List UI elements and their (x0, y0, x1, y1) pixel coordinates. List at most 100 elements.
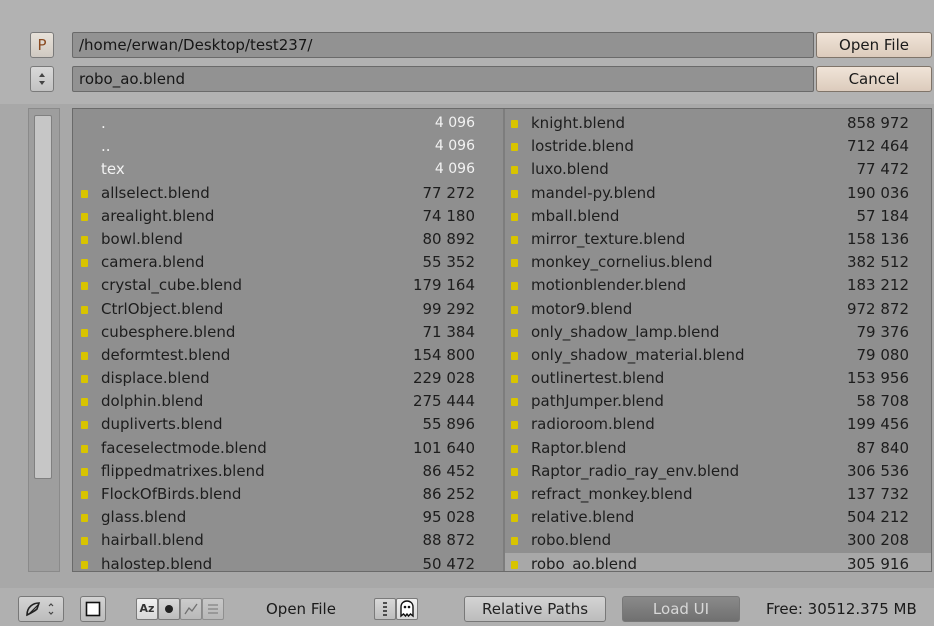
sort-by-time-button[interactable] (158, 598, 180, 620)
file-row[interactable]: dolphin.blend 275 444 (75, 390, 503, 413)
sort-by-size-button[interactable] (180, 598, 202, 620)
sort-by-extension-button[interactable] (202, 598, 224, 620)
file-name: only_shadow_lamp.blend (531, 322, 720, 341)
file-name: hairball.blend (101, 531, 204, 550)
file-row[interactable]: relative.blend 504 212 (505, 506, 931, 529)
parent-directory-button[interactable]: P (30, 32, 54, 58)
hide-dot-files-button[interactable] (396, 598, 418, 620)
file-row[interactable]: knight.blend 858 972 (505, 112, 931, 135)
file-name: displace.blend (101, 369, 210, 388)
file-size: 101 640 (412, 438, 475, 457)
file-row[interactable]: displace.blend 229 028 (75, 367, 503, 390)
file-row[interactable]: dupliverts.blend 55 896 (75, 413, 503, 436)
file-size: 80 892 (422, 229, 476, 248)
ghost-icon (400, 600, 414, 618)
file-row[interactable]: glass.blend 95 028 (75, 506, 503, 529)
file-row[interactable]: only_shadow_material.blend 79 080 (505, 344, 931, 367)
load-ui-button[interactable]: Load UI (622, 596, 740, 622)
directory-row[interactable]: .. 4 096 (75, 135, 503, 158)
blend-file-icon (511, 537, 518, 546)
file-size: 4 096 (434, 161, 475, 178)
file-row[interactable]: lostride.blend 712 464 (505, 135, 931, 158)
file-name: camera.blend (101, 253, 205, 272)
file-row[interactable]: outlinertest.blend 153 956 (505, 367, 931, 390)
file-row[interactable]: Raptor.blend 87 840 (505, 437, 931, 460)
blend-file-icon (81, 235, 88, 244)
sort-alphabetical-button[interactable]: Az (136, 598, 158, 620)
file-row[interactable]: robo_ao.blend 305 916 (505, 552, 931, 571)
file-row[interactable]: crystal_cube.blend 179 164 (75, 274, 503, 297)
file-name: crystal_cube.blend (101, 276, 243, 295)
directory-row[interactable]: . 4 096 (75, 112, 503, 135)
file-list-scrollbar[interactable] (28, 108, 60, 572)
file-name: luxo.blend (531, 160, 609, 179)
file-row[interactable]: camera.blend 55 352 (75, 251, 503, 274)
file-row[interactable]: Raptor_radio_ray_env.blend 306 536 (505, 460, 931, 483)
editor-type-button[interactable] (18, 596, 64, 622)
filename-input[interactable]: robo_ao.blend (72, 66, 814, 92)
directory-menu-button[interactable] (30, 66, 54, 92)
blend-file-icon (81, 398, 88, 407)
file-name: Raptor_radio_ray_env.blend (531, 461, 740, 480)
file-row[interactable]: bowl.blend 80 892 (75, 228, 503, 251)
file-row[interactable]: mirror_texture.blend 158 136 (505, 228, 931, 251)
file-name: mirror_texture.blend (531, 229, 686, 248)
directory-path-input[interactable]: /home/erwan/Desktop/test237/ (72, 32, 814, 58)
file-size: 4 096 (434, 115, 475, 131)
open-file-button[interactable]: Open File (816, 32, 932, 58)
fullscreen-toggle-button[interactable] (80, 596, 106, 622)
file-size: 504 212 (846, 508, 909, 527)
window-icon (85, 601, 101, 617)
file-row[interactable]: refract_monkey.blend 137 732 (505, 483, 931, 506)
file-name: glass.blend (101, 508, 187, 527)
blend-file-icon (81, 444, 88, 453)
blend-file-icon (511, 189, 518, 198)
file-row[interactable]: deformtest.blend 154 800 (75, 344, 503, 367)
file-row[interactable]: motor9.blend 972 872 (505, 298, 931, 321)
file-size: 199 456 (846, 415, 909, 434)
file-name: radioroom.blend (531, 415, 655, 434)
file-row[interactable]: mandel-py.blend 190 036 (505, 182, 931, 205)
free-space-label: Free: 30512.375 MB (766, 600, 917, 618)
file-name: allselect.blend (101, 183, 210, 202)
scrollbar-thumb[interactable] (34, 115, 52, 479)
file-size: 137 732 (846, 485, 909, 503)
file-size: 99 292 (422, 299, 476, 318)
file-row[interactable]: CtrlObject.blend 99 292 (75, 298, 503, 321)
file-size: 79 376 (856, 322, 910, 341)
relative-paths-button[interactable]: Relative Paths (464, 596, 606, 622)
file-row[interactable]: arealight.blend 74 180 (75, 205, 503, 228)
file-row[interactable]: halostep.blend 50 472 (75, 553, 503, 571)
file-name: outlinertest.blend (531, 369, 665, 388)
file-row[interactable]: faceselectmode.blend 101 640 (75, 437, 503, 460)
time-dot-icon (165, 605, 173, 613)
file-row[interactable]: monkey_cornelius.blend 382 512 (505, 251, 931, 274)
file-row[interactable]: FlockOfBirds.blend 86 252 (75, 483, 503, 506)
blend-file-icon (511, 166, 518, 175)
file-row[interactable]: flippedmatrixes.blend 86 452 (75, 460, 503, 483)
file-name: deformtest.blend (101, 345, 231, 364)
file-row[interactable]: radioroom.blend 199 456 (505, 413, 931, 436)
file-row[interactable]: motionblender.blend 183 212 (505, 274, 931, 297)
directory-row[interactable]: tex 4 096 (75, 158, 503, 181)
file-name: motionblender.blend (531, 276, 687, 295)
blend-file-icon (511, 491, 518, 499)
show-details-button[interactable] (374, 598, 396, 620)
file-row[interactable]: only_shadow_lamp.blend 79 376 (505, 321, 931, 344)
file-row[interactable]: robo.blend 300 208 (505, 529, 931, 552)
file-name: cubesphere.blend (101, 322, 236, 341)
blend-file-icon (81, 189, 88, 198)
file-size: 183 212 (846, 276, 909, 295)
editor-type-icon (26, 602, 54, 617)
cancel-button[interactable]: Cancel (816, 66, 932, 92)
file-size: 74 180 (422, 206, 476, 225)
file-row[interactable]: allselect.blend 77 272 (75, 182, 503, 205)
file-row[interactable]: hairball.blend 88 872 (75, 529, 503, 552)
file-name: mandel-py.blend (531, 183, 656, 202)
file-name: faceselectmode.blend (101, 438, 267, 457)
file-name: lostride.blend (531, 137, 634, 156)
file-row[interactable]: luxo.blend 77 472 (505, 158, 931, 181)
file-row[interactable]: cubesphere.blend 71 384 (75, 321, 503, 344)
file-row[interactable]: mball.blend 57 184 (505, 205, 931, 228)
file-row[interactable]: pathJumper.blend 58 708 (505, 390, 931, 413)
